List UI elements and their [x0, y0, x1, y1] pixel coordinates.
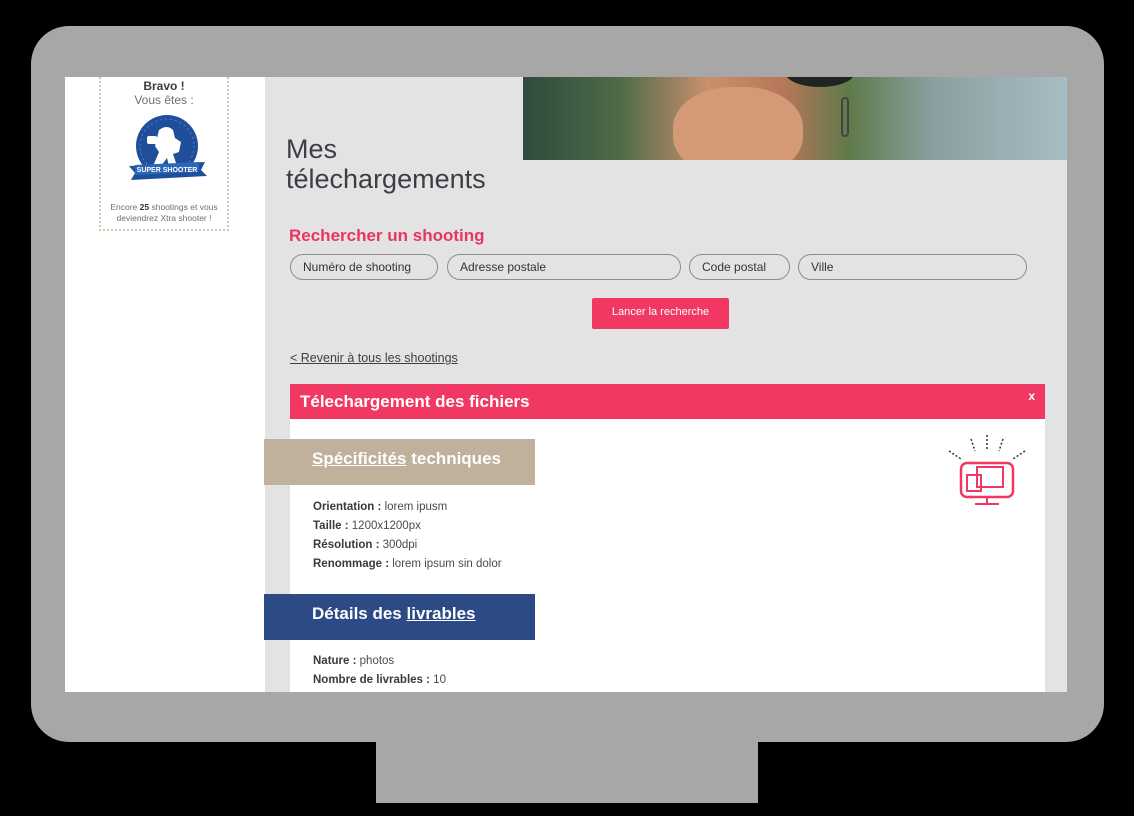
badge-card: Bravo ! Vous êtes : SUPER SHOOTER Encore… [99, 77, 229, 231]
screen: Bravo ! Vous êtes : SUPER SHOOTER Encore… [65, 77, 1067, 692]
spec-row: Taille : 1200x1200px [313, 520, 421, 532]
deliverables-title-pre: Détails des [312, 604, 402, 623]
search-title: Rechercher un shooting [289, 226, 485, 245]
close-button[interactable]: x [1028, 389, 1035, 403]
spec-value: lorem ipusm [384, 501, 448, 513]
spec-row: Orientation : lorem ipusm [313, 501, 447, 513]
spec-row: Résolution : 300dpi [313, 539, 417, 551]
super-shooter-badge-icon: SUPER SHOOTER [129, 115, 207, 180]
spec-label: Orientation : [313, 501, 382, 513]
deliverable-value: photos [359, 655, 395, 667]
spec-label: Résolution : [313, 539, 380, 551]
back-link[interactable]: < Revenir à tous les shootings [290, 351, 458, 365]
monitor-stand [376, 742, 758, 803]
download-panel: Télechargement des fichiers x [290, 384, 1045, 692]
deliverable-value: 10 [433, 674, 446, 686]
hero-earring-shape [841, 97, 849, 137]
badge-progress-text: Encore 25 shootings et vous deviendrez X… [105, 202, 223, 224]
spec-value: 300dpi [382, 539, 418, 551]
spec-value: lorem ipsum sin dolor [392, 558, 502, 570]
hero-image [523, 77, 1067, 160]
panel-title: Télechargement des fichiers [300, 392, 530, 411]
shooting-number-input[interactable]: Numéro de shooting [290, 254, 438, 280]
spec-row: Renommage : lorem ipsum sin dolor [313, 558, 502, 570]
encore-prefix: Encore [110, 202, 138, 212]
encore-count: 25 [139, 202, 150, 212]
hero-hand-shape [673, 87, 803, 160]
tech-specs-link[interactable]: Spécificités [312, 449, 407, 468]
deliverables-link[interactable]: livrables [407, 604, 476, 623]
panel-header: Télechargement des fichiers [290, 384, 1045, 419]
badge-ribbon-text: SUPER SHOOTER [137, 167, 198, 174]
badge-title: Bravo ! [143, 79, 185, 93]
badge-subtitle: Vous êtes : [134, 93, 194, 107]
spec-value: 1200x1200px [351, 520, 421, 532]
deliverable-row: Nature : photos [313, 655, 394, 667]
spec-label: Renommage : [313, 558, 390, 570]
hero-lens-shape [785, 77, 855, 87]
postal-code-input[interactable]: Code postal [689, 254, 790, 280]
deliverables-heading: Détails des livrables [264, 594, 535, 640]
page-title: Mes télechargements [286, 134, 486, 194]
deliverable-label: Nature : [313, 655, 357, 667]
city-input[interactable]: Ville [798, 254, 1027, 280]
address-input[interactable]: Adresse postale [447, 254, 681, 280]
deliverable-row: Nombre de livrables : 10 [313, 674, 446, 686]
sidebar: Bravo ! Vous êtes : SUPER SHOOTER Encore… [65, 77, 265, 692]
monitor-download-icon [948, 435, 1026, 505]
search-button[interactable]: Lancer la recherche [592, 298, 729, 329]
tech-specs-heading: Spécificités techniques [264, 439, 535, 485]
tech-specs-title-rest: techniques [411, 449, 501, 468]
deliverable-label: Nombre de livrables : [313, 674, 430, 686]
spec-label: Taille : [313, 520, 349, 532]
